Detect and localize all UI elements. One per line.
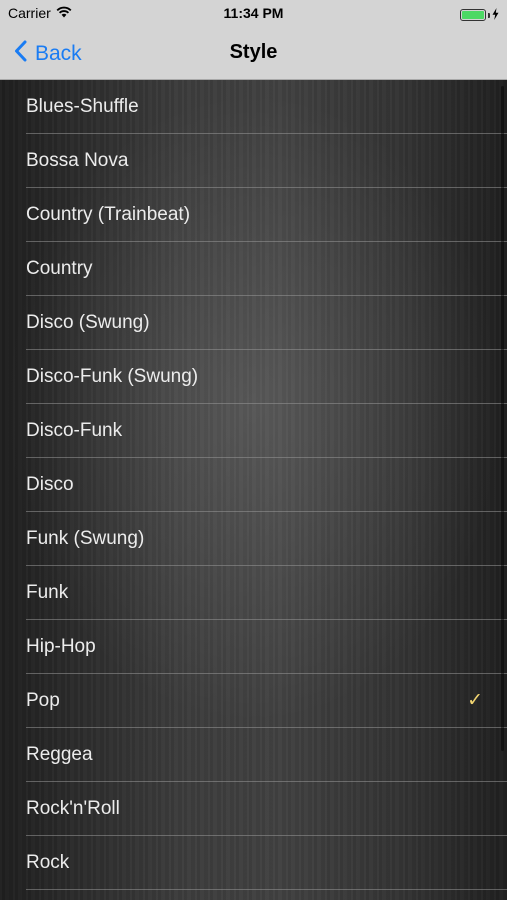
style-row[interactable]: Hip-Hop: [26, 620, 507, 674]
status-time: 11:34 PM: [223, 5, 284, 21]
style-label: Reggea: [26, 744, 93, 765]
style-list: Blues-Shuffle Bossa Nova Country (Trainbea…: [0, 80, 507, 890]
style-label: Disco: [26, 474, 74, 495]
style-label: Blues-Shuffle: [26, 96, 139, 117]
battery-body: [460, 9, 486, 21]
style-label: Funk (Swung): [26, 528, 145, 549]
battery-tip: [488, 12, 490, 18]
style-row[interactable]: Blues-Shuffle: [26, 80, 507, 134]
style-row[interactable]: Disco: [26, 458, 507, 512]
style-row[interactable]: Country: [26, 242, 507, 296]
page-title: Style: [229, 41, 278, 63]
style-row[interactable]: Rock: [26, 836, 507, 890]
style-label: Disco (Swung): [26, 312, 150, 333]
style-row[interactable]: Pop ✓: [26, 674, 507, 728]
charging-bolt-icon: [492, 7, 499, 23]
style-label: Disco-Funk (Swung): [26, 366, 199, 387]
style-label: Pop: [26, 690, 60, 711]
style-row[interactable]: Funk (Swung): [26, 512, 507, 566]
navigation-bar: Back Style: [0, 28, 507, 80]
style-row[interactable]: Country (Trainbeat): [26, 188, 507, 242]
style-row[interactable]: Rock'n'Roll: [26, 782, 507, 836]
style-row[interactable]: Reggea: [26, 728, 507, 782]
style-label: Funk: [26, 582, 69, 603]
style-row[interactable]: Bossa Nova: [26, 134, 507, 188]
battery-level: [462, 11, 484, 19]
style-row[interactable]: Funk: [26, 566, 507, 620]
scroll-indicator[interactable]: [501, 86, 504, 751]
style-label: Hip-Hop: [26, 636, 96, 657]
status-bar: Carrier 11:34 PM: [0, 0, 507, 28]
style-label: Bossa Nova: [26, 150, 129, 171]
checkmark-icon: ✓: [467, 690, 483, 711]
style-row[interactable]: Disco (Swung): [26, 296, 507, 350]
style-label: Disco-Funk: [26, 420, 123, 441]
style-label: Rock: [26, 852, 70, 873]
style-list-view[interactable]: Blues-Shuffle Bossa Nova Country (Trainbea…: [0, 80, 507, 900]
style-row[interactable]: Disco-Funk: [26, 404, 507, 458]
battery-icon: [460, 7, 499, 23]
style-label: Country (Trainbeat): [26, 204, 191, 225]
style-label: Rock'n'Roll: [26, 798, 120, 819]
style-row[interactable]: Disco-Funk (Swung): [26, 350, 507, 404]
screen: Carrier 11:34 PM Back Style Blues-Shuffl…: [0, 0, 507, 900]
style-label: Country: [26, 258, 93, 279]
